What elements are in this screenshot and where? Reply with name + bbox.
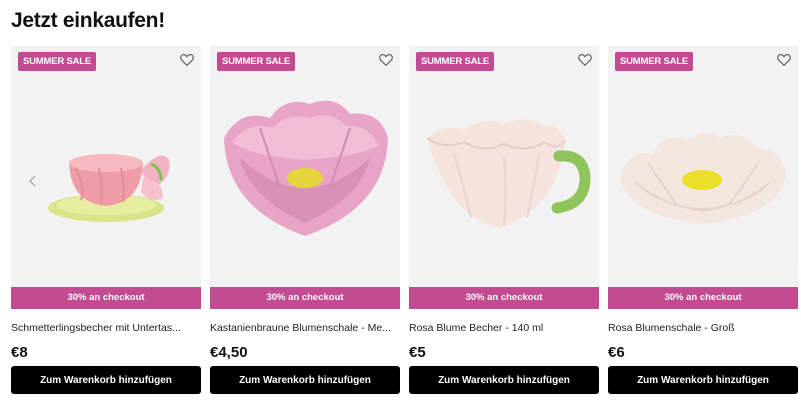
wishlist-heart-icon[interactable]	[179, 52, 195, 68]
add-to-cart-button[interactable]: Zum Warenkorb hinzufügen	[608, 366, 798, 394]
product-title-link[interactable]: Kastanienbraune Blumenschale - Me...	[210, 322, 400, 336]
product-card: SUMMER SALE 30% an checkout Schmetterlin…	[11, 46, 201, 400]
pink-flower-bowl-image	[224, 100, 388, 236]
product-price: €8	[11, 344, 28, 361]
wishlist-heart-icon[interactable]	[378, 52, 394, 68]
product-price: €4,50	[210, 344, 248, 361]
promo-strip: 30% an checkout	[210, 287, 400, 309]
butterfly-cup-image	[48, 154, 170, 222]
product-image-area[interactable]: SUMMER SALE 30% an checkout	[210, 46, 400, 309]
chevron-left-icon[interactable]	[27, 174, 39, 188]
add-to-cart-button[interactable]: Zum Warenkorb hinzufügen	[210, 366, 400, 394]
wishlist-heart-icon[interactable]	[776, 52, 792, 68]
promo-strip: 30% an checkout	[409, 287, 599, 309]
product-title-link[interactable]: Rosa Blumenschale - Groß	[608, 322, 798, 336]
flower-plate-image	[620, 132, 786, 224]
add-to-cart-button[interactable]: Zum Warenkorb hinzufügen	[409, 366, 599, 394]
product-image-area[interactable]: SUMMER SALE 30% an checkout	[608, 46, 798, 309]
product-card: SUMMER SALE 30% an checkout Rosa Blume B…	[409, 46, 599, 400]
promo-strip: 30% an checkout	[11, 287, 201, 309]
sale-badge: SUMMER SALE	[416, 52, 494, 71]
flower-mug-image	[426, 119, 591, 228]
section-heading: Jetzt einkaufen!	[11, 9, 165, 32]
product-card: SUMMER SALE 30% an checkout Rosa Blumens…	[608, 46, 798, 400]
product-image-area[interactable]: SUMMER SALE 30% an checkout	[409, 46, 599, 309]
promo-strip: 30% an checkout	[608, 287, 798, 309]
product-card: SUMMER SALE 30% an checkout Kastanienbra…	[210, 46, 400, 400]
wishlist-heart-icon[interactable]	[577, 52, 593, 68]
product-title-link[interactable]: Rosa Blume Becher - 140 ml	[409, 322, 599, 336]
product-grid: SUMMER SALE 30% an checkout Schmetterlin…	[11, 46, 801, 400]
product-image-area[interactable]: SUMMER SALE 30% an checkout	[11, 46, 201, 309]
sale-badge: SUMMER SALE	[217, 52, 295, 71]
add-to-cart-button[interactable]: Zum Warenkorb hinzufügen	[11, 366, 201, 394]
product-price: €6	[608, 344, 625, 361]
product-price: €5	[409, 344, 426, 361]
sale-badge: SUMMER SALE	[18, 52, 96, 71]
sale-badge: SUMMER SALE	[615, 52, 693, 71]
product-title-link[interactable]: Schmetterlingsbecher mit Untertas...	[11, 322, 201, 336]
